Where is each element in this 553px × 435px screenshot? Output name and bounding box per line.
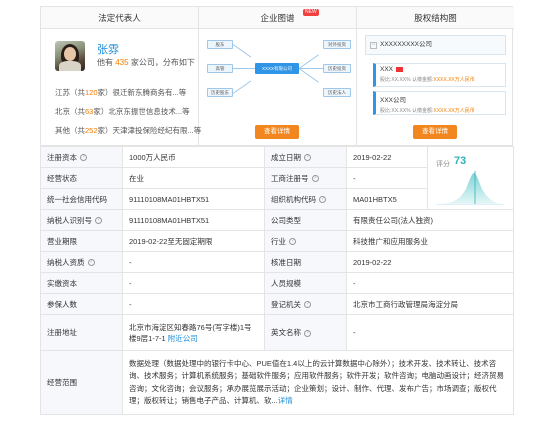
field-label: 人员规模 (264, 272, 347, 294)
graph-detail-button[interactable]: 查看详情 (255, 125, 299, 139)
graph-node-executive: 高管 (207, 64, 233, 73)
field-label: 英文名称? (264, 314, 347, 351)
legal-rep-name[interactable]: 张雰 (97, 41, 119, 57)
field-value: 91110108MA01HBTX51 (122, 209, 265, 231)
table-row: 参保人数 - 登记机关? 北京市工商行政管理局海淀分局 (40, 293, 514, 315)
field-label: 注册地址 (40, 314, 123, 351)
graph-title: 企业图谱 (260, 13, 295, 23)
field-label: 注册资本? (40, 146, 123, 168)
field-label: 行业? (264, 230, 347, 252)
field-value: - (122, 293, 265, 315)
table-row: 纳税人资质? - 核准日期 2019-02-22 (40, 251, 514, 273)
graph-node-investment: 对外投资 (323, 40, 351, 49)
help-icon[interactable]: ? (95, 217, 102, 225)
field-value: 数据处理（数据处理中的银行卡中心、PUE值在1.4以上的云计算数据中心除外）；技… (122, 350, 514, 415)
help-icon[interactable]: ? (319, 196, 326, 204)
field-value: 有限责任公司(法人独资) (346, 209, 514, 231)
graph-header: 企业图谱 NEW (199, 7, 357, 29)
equity-item: XXX 股比:XX.XX% 认缴金额:XXXX.XX万人民币 (373, 63, 506, 87)
help-icon[interactable]: ? (304, 154, 311, 162)
field-value: 2019-02-22至无固定期限 (122, 230, 265, 252)
table-row: 实缴资本 - 人员规模 - (40, 272, 514, 294)
graph-node-shareholder: 股东 (207, 40, 233, 49)
graph-center-node: XXXX有限公司 (255, 63, 299, 74)
field-value: 91110108MA01HBTX51 (122, 188, 265, 210)
collapse-icon[interactable]: − (370, 42, 377, 49)
field-label: 组织机构代码? (264, 188, 347, 210)
field-value: 在业 (122, 167, 265, 189)
region-item[interactable]: 北京（共63家）北京东振世信息技术...等 (55, 106, 190, 117)
help-icon[interactable]: ? (311, 175, 319, 183)
field-value: 2019-02-22 (346, 146, 428, 168)
field-value: - (346, 272, 514, 294)
field-label: 公司类型 (264, 209, 347, 231)
table-row: 注册资本? 1000万人民币 成立日期? 2019-02-22 评分 73 (40, 146, 514, 210)
enterprise-graph[interactable]: 股东 高管 历史股东 XXXX有限公司 对外投资 历史投资 历史法人 查看详情 (199, 29, 357, 147)
nearby-companies-link[interactable]: 附近公司 (168, 334, 198, 343)
new-badge: NEW (303, 9, 319, 16)
help-icon[interactable]: ? (80, 154, 87, 162)
field-value: 1000万人民币 (122, 146, 265, 168)
field-value: - (346, 314, 514, 351)
field-label: 工商注册号? (264, 167, 347, 189)
equity-header: 股权结构图 (357, 7, 514, 29)
region-item[interactable]: 其他（共252家）天津津投保险经纪有限...等 (55, 125, 201, 136)
overview-panel: 法定代表人 企业图谱 NEW 股权结构图 张雰 他有 435 家公司，分布如下 … (40, 6, 514, 147)
help-icon[interactable]: ? (87, 259, 95, 267)
field-label: 实缴资本 (40, 272, 123, 294)
help-icon[interactable]: ? (289, 238, 296, 246)
help-icon[interactable]: ? (304, 301, 311, 309)
field-label: 参保人数 (40, 293, 123, 315)
field-label: 经营状态 (40, 167, 123, 189)
field-value: 北京市工商行政管理局海淀分局 (346, 293, 514, 315)
region-item[interactable]: 江苏（共120家）很迁新东腾商务有...等 (55, 87, 186, 98)
graph-node-hist-legal: 历史法人 (323, 88, 351, 97)
legal-rep-header: 法定代表人 (41, 7, 199, 29)
table-row: 营业期限 2019-02-22至无固定期限 行业? 科技推广和应用服务业 (40, 230, 514, 252)
field-value: - (122, 251, 265, 273)
equity-top-company: − XXXXXXXXX公司 (365, 35, 506, 55)
table-row: 注册地址 北京市海淀区知春路76号(写字楼)1号楼9层1-7-1 附近公司 英文… (40, 314, 514, 351)
equity-item: XXX公司 股比:XX.XX% 认缴金额:XXXX.XX万人民币 (373, 91, 506, 115)
field-value: 科技推广和应用服务业 (346, 230, 514, 252)
field-label: 纳税人识别号? (40, 209, 123, 231)
field-label: 纳税人资质? (40, 251, 123, 273)
field-value: - (346, 167, 428, 189)
field-label: 经营范围 (40, 350, 123, 415)
field-label: 统一社会信用代码 (40, 188, 123, 210)
avatar[interactable] (55, 41, 85, 71)
score-widget[interactable]: 评分 73 (427, 146, 514, 210)
legal-rep-section: 张雰 他有 435 家公司，分布如下 江苏（共120家）很迁新东腾商务有...等… (41, 29, 201, 147)
field-value: 北京市海淀区知春路76号(写字楼)1号楼9层1-7-1 附近公司 (122, 314, 265, 351)
field-value: MA01HBTX5 (346, 188, 428, 210)
table-row: 经营范围 数据处理（数据处理中的银行卡中心、PUE值在1.4以上的云计算数据中心… (40, 350, 514, 415)
field-label: 营业期限 (40, 230, 123, 252)
field-label: 核准日期 (264, 251, 347, 273)
legal-rep-summary: 他有 435 家公司，分布如下 (97, 58, 195, 67)
help-icon[interactable]: ? (304, 329, 311, 337)
scope-detail-link[interactable]: 详情 (278, 396, 293, 405)
equity-detail-button[interactable]: 查看详情 (413, 125, 457, 139)
flag-icon (396, 67, 404, 72)
field-value: 2019-02-22 (346, 251, 514, 273)
graph-node-hist-shareholder: 历史股东 (207, 88, 233, 97)
score-distribution-chart (436, 171, 504, 205)
graph-node-hist-investment: 历史投资 (323, 64, 351, 73)
equity-structure[interactable]: − XXXXXXXXX公司 XXX 股比:XX.XX% 认缴金额:XXXX.XX万… (357, 29, 514, 147)
field-value: - (122, 272, 265, 294)
field-label: 登记机关? (264, 293, 347, 315)
field-label: 成立日期? (264, 146, 347, 168)
business-info-table: 注册资本? 1000万人民币 成立日期? 2019-02-22 评分 73 经营… (40, 146, 514, 415)
table-row: 纳税人识别号? 91110108MA01HBTX51 公司类型 有限责任公司(法… (40, 209, 514, 231)
